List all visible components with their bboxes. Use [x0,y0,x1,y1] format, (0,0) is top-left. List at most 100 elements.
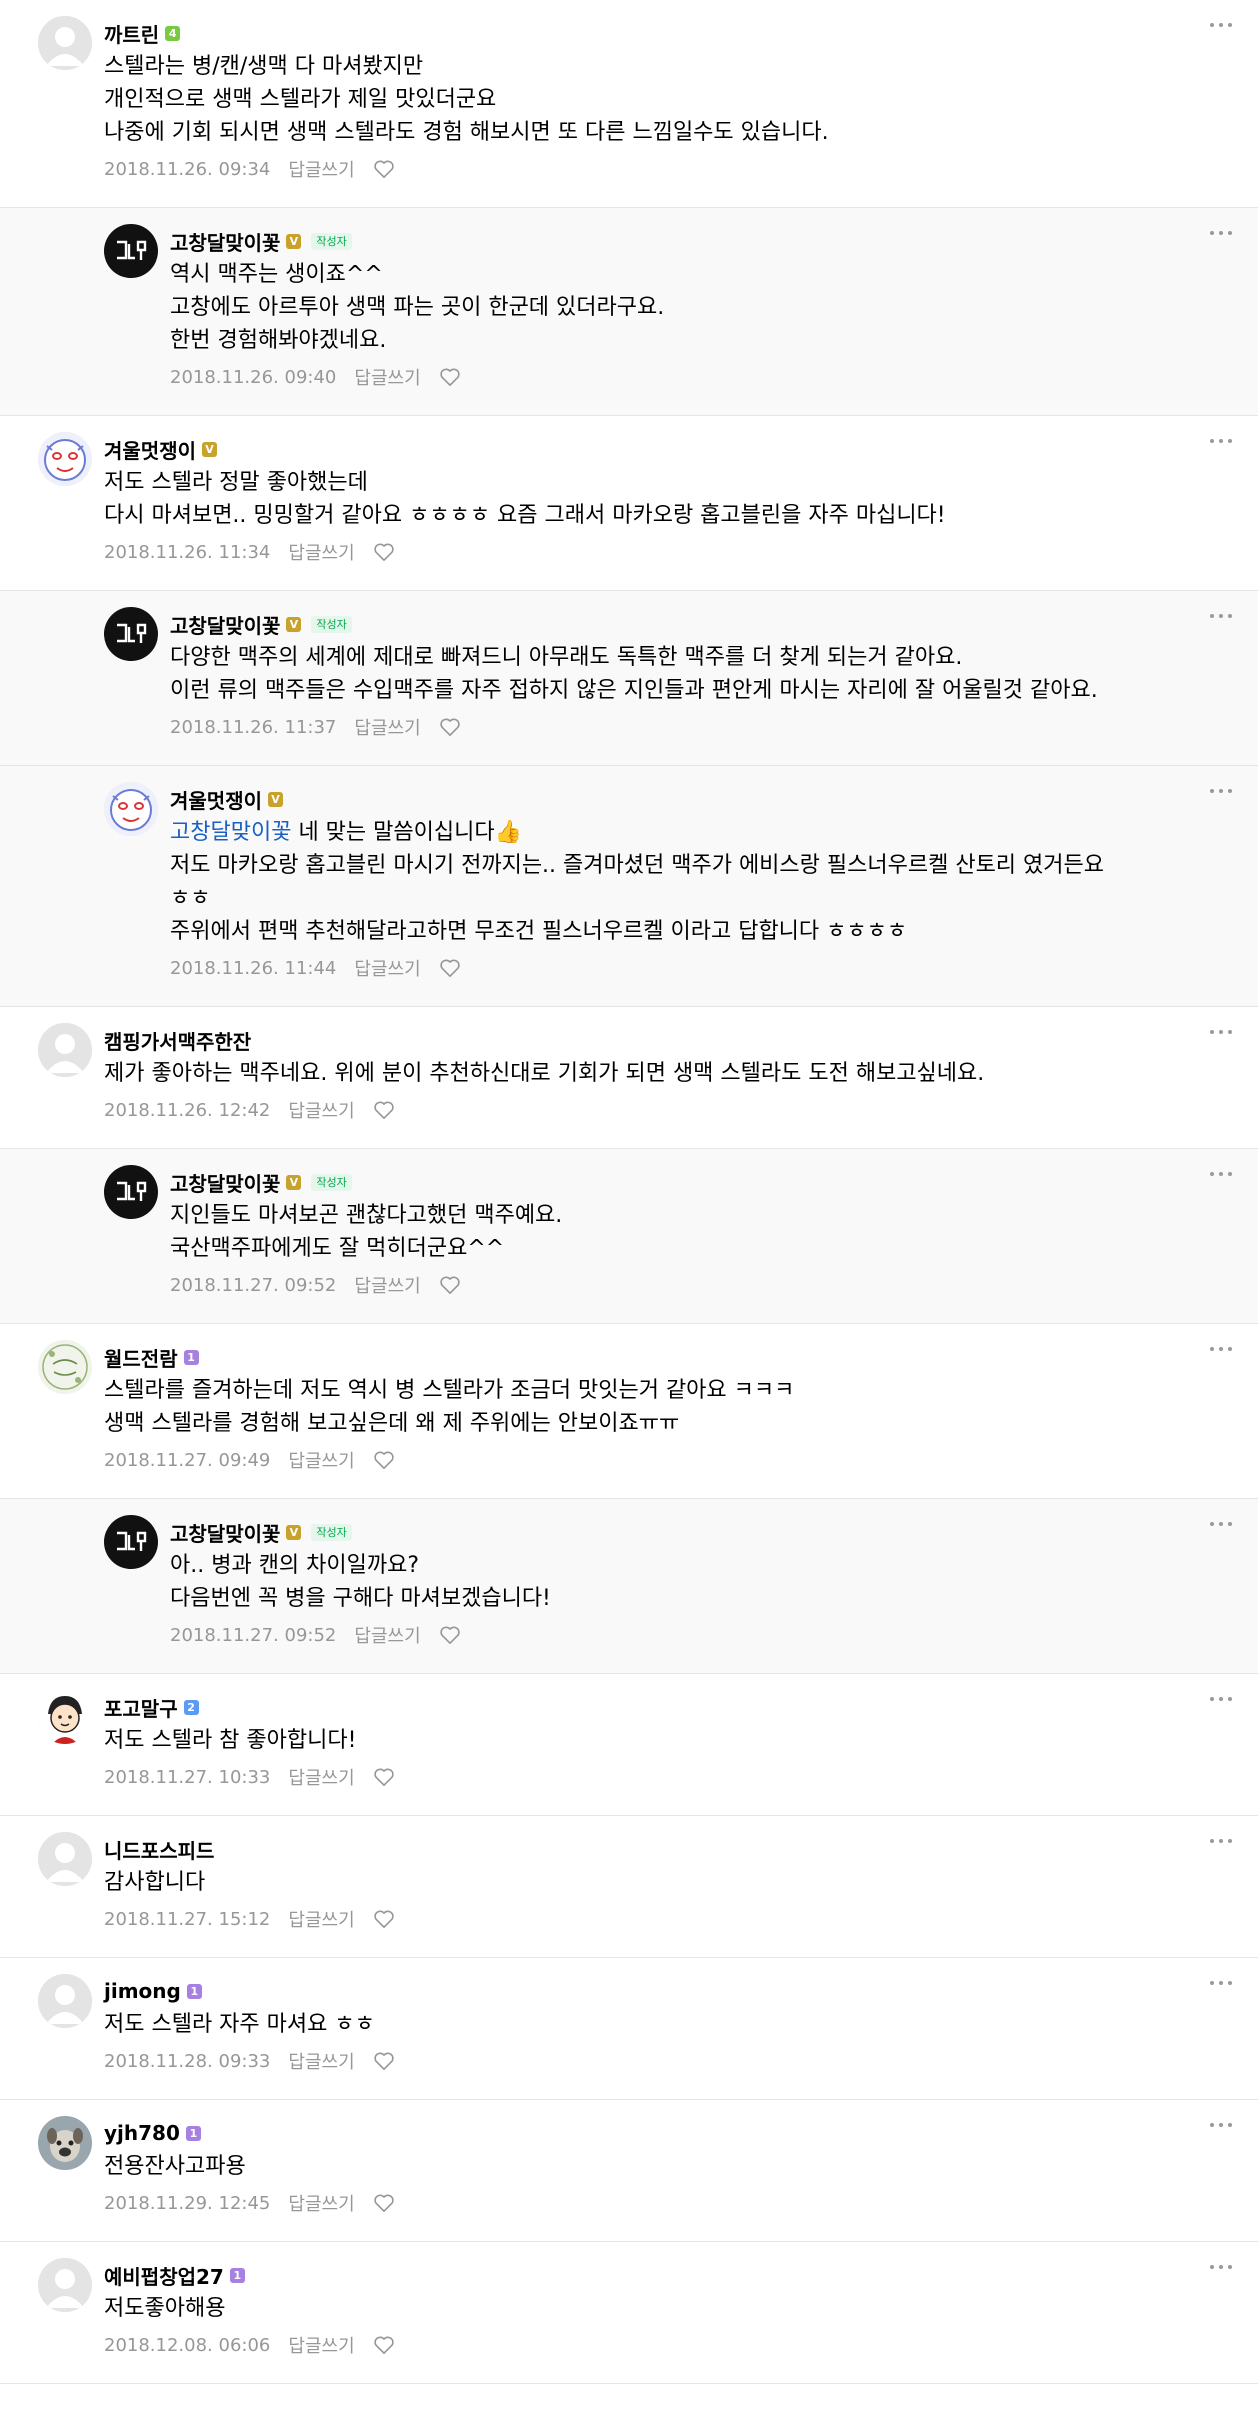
reply-button[interactable]: 답글쓰기 [288,2332,354,2358]
default-profile-icon [38,1832,92,1886]
natural-week-logo-icon [38,1340,92,1394]
comment-header: jimong 1 [104,1977,1218,2005]
comment-body: 지인들도 마셔보곤 괜찮다고했던 맥주예요. 국산맥주파에게도 잘 먹히더군요^… [170,1203,563,1261]
avatar[interactable] [38,1340,92,1394]
avatar[interactable] [38,1023,92,1077]
mention-link[interactable]: 고창달맞이꽃 [170,820,291,845]
heart-icon[interactable] [373,2193,395,2213]
comment-item: 포고말구 2 저도 스텔라 참 좋아합니다! 2018.11.27. 10:33… [0,1674,1258,1816]
more-options-icon[interactable] [1208,1519,1234,1529]
heart-icon[interactable] [373,2051,395,2071]
more-options-icon[interactable] [1208,1169,1234,1179]
nickname[interactable]: 고창달맞이꽃 [170,610,280,639]
heart-icon[interactable] [373,2335,395,2355]
nickname[interactable]: 까트린 [104,19,159,48]
reply-button[interactable]: 답글쓰기 [354,1622,420,1648]
comment-date: 2018.11.29. 12:45 [104,2192,271,2214]
reply-button[interactable]: 답글쓰기 [354,714,420,740]
more-options-icon[interactable] [1208,2120,1234,2130]
avatar[interactable] [104,1515,158,1569]
more-options-icon[interactable] [1208,20,1234,30]
nickname[interactable]: 예비펍창업27 [104,2261,224,2290]
comment-body: 감사합니다 [104,1870,206,1895]
heart-icon[interactable] [439,1625,461,1645]
comment-body: 역시 맥주는 생이죠^^ 고창에도 아르투아 생맥 파는 곳이 한군데 있더라구… [170,262,665,353]
comment-text: 아.. 병과 캔의 차이일까요? 다음번엔 꼭 병을 구해다 마셔보겠습니다! [170,1549,1218,1615]
reply-button[interactable]: 답글쓰기 [288,1906,354,1932]
author-tag: 작성자 [311,232,352,250]
heart-icon[interactable] [439,717,461,737]
comment-meta: 2018.12.08. 06:06 답글쓰기 [104,2331,1218,2359]
comment-header: 고창달맞이꽃 V 작성자 [170,1168,1218,1196]
comment-header: 까트린 4 [104,19,1218,47]
avatar[interactable] [38,1832,92,1886]
heart-icon[interactable] [373,1767,395,1787]
reply-button[interactable]: 답글쓰기 [288,1097,354,1123]
nickname[interactable]: jimong [104,1979,181,2003]
heart-icon[interactable] [439,367,461,387]
comment-body: 제가 좋아하는 맥주네요. 위에 분이 추천하신대로 기회가 되면 생맥 스텔라… [104,1061,985,1086]
comment-body: 스텔라는 병/캔/생맥 다 마셔봤지만 개인적으로 생맥 스텔라가 제일 맛있더… [104,54,829,145]
avatar[interactable] [38,1974,92,2028]
more-options-icon[interactable] [1208,228,1234,238]
more-options-icon[interactable] [1208,1344,1234,1354]
reply-comment-item: 고창달맞이꽃 V 작성자 역시 맥주는 생이죠^^ 고창에도 아르투아 생맥 파… [0,208,1258,416]
heart-icon[interactable] [373,159,395,179]
heart-icon[interactable] [373,1450,395,1470]
nickname[interactable]: 고창달맞이꽃 [170,227,280,256]
dog-photo-avatar-icon [38,2116,92,2170]
reply-button[interactable]: 답글쓰기 [354,1272,420,1298]
heart-icon[interactable] [373,542,395,562]
reply-button[interactable]: 답글쓰기 [354,364,420,390]
reply-button[interactable]: 답글쓰기 [288,2048,354,2074]
comment-text: 제가 좋아하는 맥주네요. 위에 분이 추천하신대로 기회가 되면 생맥 스텔라… [104,1057,1218,1090]
nickname[interactable]: 고창달맞이꽃 [170,1518,280,1547]
avatar[interactable] [38,16,92,70]
more-options-icon[interactable] [1208,611,1234,621]
blog-logo-icon [104,607,158,661]
more-options-icon[interactable] [1208,1836,1234,1846]
nickname[interactable]: 겨울멋쟁이 [170,785,262,814]
reply-button[interactable]: 답글쓰기 [288,156,354,182]
comment-text: 고창달맞이꽃 네 맞는 말씀이십니다👍 저도 마카오랑 홉고블린 마시기 전까지… [170,816,1218,948]
comment-body: 저도 스텔라 정말 좋아했는데 다시 마셔보면.. 밍밍할거 같아요 ㅎㅎㅎㅎ … [104,470,946,528]
avatar[interactable] [104,607,158,661]
comment-header: 니드포스피드 [104,1835,1218,1863]
more-options-icon[interactable] [1208,1978,1234,1988]
avatar[interactable] [104,1165,158,1219]
level-badge: 1 [183,1349,199,1365]
comment-meta: 2018.11.29. 12:45 답글쓰기 [104,2189,1218,2217]
more-options-icon[interactable] [1208,2262,1234,2272]
nickname[interactable]: 니드포스피드 [104,1835,214,1864]
avatar[interactable] [38,2116,92,2170]
heart-icon[interactable] [439,958,461,978]
nickname[interactable]: 포고말구 [104,1693,178,1722]
avatar[interactable] [104,224,158,278]
nickname[interactable]: 월드전람 [104,1343,178,1372]
more-options-icon[interactable] [1208,786,1234,796]
reply-button[interactable]: 답글쓰기 [288,1764,354,1790]
avatar[interactable] [38,432,92,486]
avatar[interactable] [38,2258,92,2312]
more-options-icon[interactable] [1208,1694,1234,1704]
reply-button[interactable]: 답글쓰기 [354,955,420,981]
avatar[interactable] [38,1690,92,1744]
reply-button[interactable]: 답글쓰기 [288,2190,354,2216]
heart-icon[interactable] [439,1275,461,1295]
reply-button[interactable]: 답글쓰기 [288,539,354,565]
nickname[interactable]: yjh780 [104,2121,180,2145]
nickname[interactable]: 겨울멋쟁이 [104,435,196,464]
nickname[interactable]: 캠핑가서맥주한잔 [104,1026,251,1055]
reply-button[interactable]: 답글쓰기 [288,1447,354,1473]
comment-text: 전용잔사고파용 [104,2150,1218,2183]
blog-logo-icon [104,224,158,278]
more-options-icon[interactable] [1208,436,1234,446]
heart-icon[interactable] [373,1909,395,1929]
avatar[interactable] [104,782,158,836]
more-options-icon[interactable] [1208,1027,1234,1037]
heart-icon[interactable] [373,1100,395,1120]
comment-text: 역시 맥주는 생이죠^^ 고창에도 아르투아 생맥 파는 곳이 한군데 있더라구… [170,258,1218,357]
nickname[interactable]: 고창달맞이꽃 [170,1168,280,1197]
author-tag: 작성자 [311,615,352,633]
comment-text: 저도 스텔라 정말 좋아했는데 다시 마셔보면.. 밍밍할거 같아요 ㅎㅎㅎㅎ … [104,466,1218,532]
